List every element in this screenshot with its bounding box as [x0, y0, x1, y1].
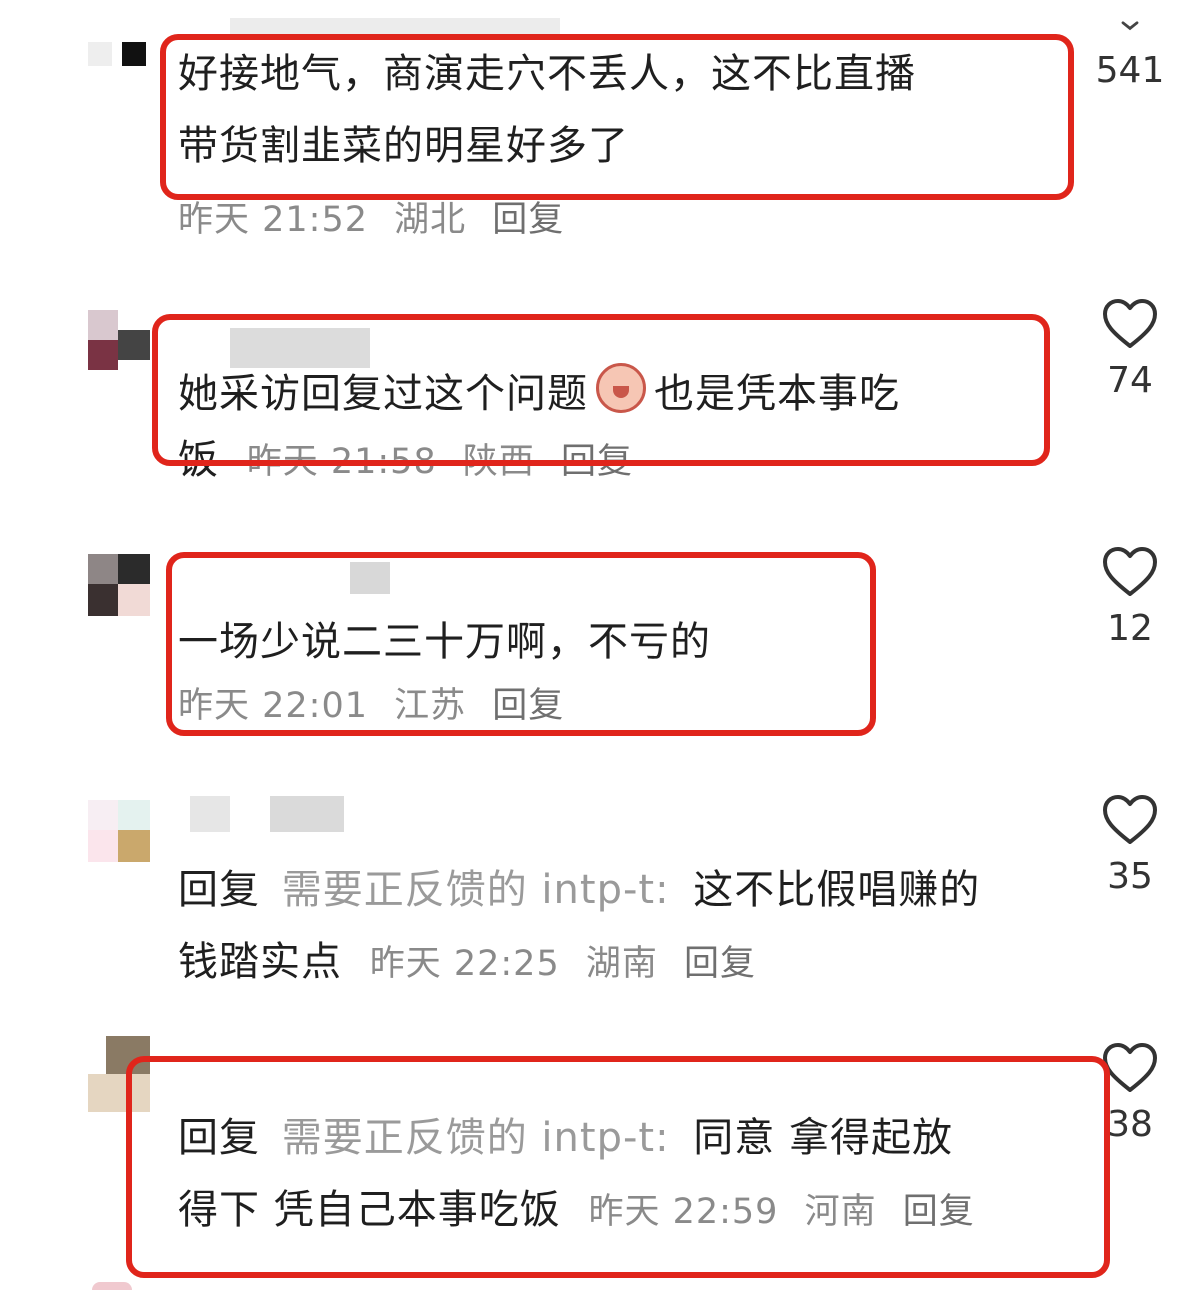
reply-button[interactable]: 回复: [684, 944, 756, 984]
location: 河南: [804, 1192, 877, 1232]
comment-text: 回复 需要正反馈的 intp-t: 这不比假唱赚的 钱踏实点 昨天 22:25 …: [178, 867, 981, 985]
heart-icon[interactable]: [1102, 546, 1158, 598]
chevron-down-icon[interactable]: [1102, 20, 1158, 34]
heart-icon[interactable]: [1102, 298, 1158, 350]
comment-text: 她采访回复过这个问题 也是凭本事吃 饭 昨天 21:58 陕西 回复: [178, 358, 900, 498]
reply-button[interactable]: 回复: [492, 686, 564, 726]
avatar[interactable]: [92, 1282, 132, 1290]
reply-button[interactable]: 回复: [561, 442, 633, 482]
comment-text: 回复 需要正反馈的 intp-t: 同意 拿得起放 得下 凭自己本事吃饭 昨天 …: [178, 1115, 975, 1233]
comment-item: 她采访回复过这个问题 也是凭本事吃 饭 昨天 21:58 陕西 回复 74: [0, 270, 1194, 500]
heart-icon[interactable]: [1102, 1042, 1158, 1094]
comment-text: 一场少说二三十万啊，不亏的 昨天 22:01 江苏 回复: [178, 619, 711, 726]
reply-prefix: 回复: [178, 867, 260, 913]
location: 江苏: [394, 686, 467, 726]
timestamp: 昨天 22:01: [178, 686, 368, 726]
like-button[interactable]: 12: [1090, 546, 1170, 649]
reply-target-user[interactable]: 需要正反馈的 intp-t:: [282, 867, 670, 913]
like-count: 74: [1107, 360, 1153, 401]
timestamp: 昨天 22:25: [369, 944, 560, 984]
like-button[interactable]: 541: [1090, 20, 1170, 91]
avatar[interactable]: [88, 800, 150, 862]
like-count: 12: [1107, 608, 1153, 649]
like-count: 35: [1107, 856, 1153, 897]
reply-target-user[interactable]: 需要正反馈的 intp-t:: [282, 1115, 670, 1161]
username-blur: [270, 796, 344, 832]
reply-button[interactable]: 回复: [492, 200, 564, 240]
avatar[interactable]: [88, 1036, 150, 1112]
location: 湖北: [394, 200, 467, 240]
heart-icon[interactable]: [1102, 794, 1158, 846]
avatar[interactable]: [88, 18, 148, 78]
location: 陕西: [462, 442, 535, 482]
comment-item: 回复 需要正反馈的 intp-t: 这不比假唱赚的 钱踏实点 昨天 22:25 …: [0, 780, 1194, 1010]
comment-meta: 昨天 21:52 湖北 回复: [178, 182, 564, 256]
username[interactable]: [350, 562, 390, 594]
reply-button[interactable]: 回复: [903, 1192, 975, 1232]
username[interactable]: [190, 796, 230, 832]
like-count: 541: [1095, 50, 1165, 91]
location: 湖南: [585, 944, 658, 984]
comment-item: 好接地气，商演走穴不丢人，这不比直播 带货割韭菜的明星好多了 昨天 21:52 …: [0, 0, 1194, 250]
timestamp: 昨天 21:58: [246, 442, 437, 482]
avatar[interactable]: [88, 554, 150, 616]
comment-item: 一场少说二三十万啊，不亏的 昨天 22:01 江苏 回复 12: [0, 540, 1194, 750]
avatar[interactable]: [88, 310, 150, 372]
like-button[interactable]: 38: [1090, 1042, 1170, 1145]
username[interactable]: [230, 18, 560, 38]
timestamp: 昨天 22:59: [588, 1192, 779, 1232]
like-count: 38: [1107, 1104, 1153, 1145]
emoji-icon: [596, 363, 646, 413]
like-button[interactable]: 35: [1090, 794, 1170, 897]
timestamp: 昨天 21:52: [178, 200, 368, 240]
reply-prefix: 回复: [178, 1115, 260, 1161]
like-button[interactable]: 74: [1090, 298, 1170, 401]
comment-item: 回复 需要正反馈的 intp-t: 同意 拿得起放 得下 凭自己本事吃饭 昨天 …: [0, 1030, 1194, 1290]
comment-text: 好接地气，商演走穴不丢人，这不比直播 带货割韭菜的明星好多了: [178, 51, 916, 169]
